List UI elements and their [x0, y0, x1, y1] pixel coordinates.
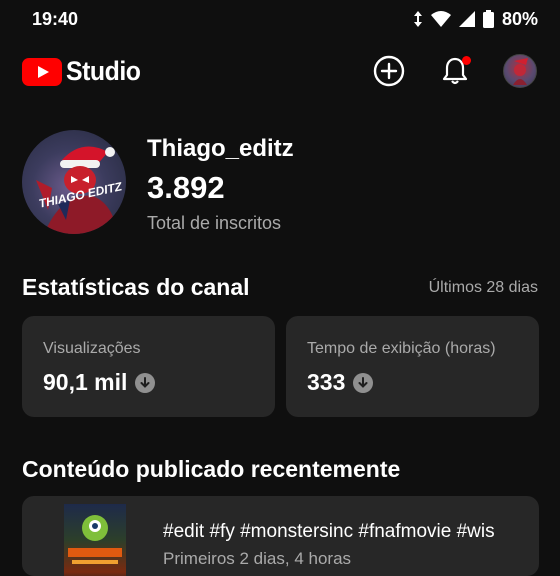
views-stat-card[interactable]: Visualizações 90,1 mil — [22, 316, 275, 417]
stats-period: Últimos 28 dias — [428, 279, 538, 296]
trend-down-icon — [353, 372, 374, 393]
status-time: 19:40 — [32, 9, 79, 29]
notifications-button[interactable] — [438, 54, 472, 88]
create-button[interactable] — [372, 54, 406, 88]
avatar-figure-icon — [513, 58, 528, 85]
brand-text: Studio — [66, 56, 141, 86]
recent-content-card[interactable]: #edit #fy #monstersinc #fnafmovie #wis P… — [22, 496, 539, 576]
views-value-row: 90,1 mil — [43, 369, 156, 396]
video-meta: Primeiros 2 dias, 4 horas — [163, 549, 352, 568]
video-title: #edit #fy #monstersinc #fnafmovie #wis — [163, 521, 495, 542]
status-icons: 80% — [413, 9, 538, 29]
channel-name: Thiago_editz — [147, 135, 294, 162]
wifi-icon — [430, 11, 451, 27]
subscriber-label: Total de inscritos — [147, 213, 282, 233]
video-thumbnail — [64, 504, 126, 576]
watch-time-stat-card[interactable]: Tempo de exibição (horas) 333 — [286, 316, 539, 417]
account-avatar-button[interactable] — [503, 54, 537, 88]
battery-percentage: 80% — [501, 8, 538, 29]
watch-time-value: 333 — [307, 369, 346, 395]
watch-time-value-row: 333 — [307, 369, 374, 396]
status-bar: 19:40 80% — [0, 0, 560, 38]
create-plus-icon — [373, 55, 405, 87]
battery-icon — [482, 10, 494, 28]
account-avatar — [503, 54, 537, 88]
subscriber-count: 3.892 — [147, 170, 225, 205]
app-header: Studio — [0, 38, 560, 104]
youtube-studio-logo: Studio — [22, 56, 147, 87]
recent-content-title: Conteúdo publicado recentemente — [22, 456, 401, 482]
views-value: 90,1 mil — [43, 369, 128, 395]
data-arrows-icon — [413, 11, 422, 27]
thumbnail-art — [68, 515, 122, 564]
views-label: Visualizações — [43, 340, 141, 357]
notification-dot — [462, 56, 471, 65]
channel-avatar[interactable]: THIAGO EDITZ — [22, 130, 126, 234]
channel-stats-title: Estatísticas do canal — [22, 274, 250, 300]
youtube-logo-icon — [22, 57, 62, 86]
trend-down-icon — [135, 372, 156, 393]
watch-time-label: Tempo de exibição (horas) — [307, 340, 496, 357]
signal-icon — [458, 11, 475, 27]
